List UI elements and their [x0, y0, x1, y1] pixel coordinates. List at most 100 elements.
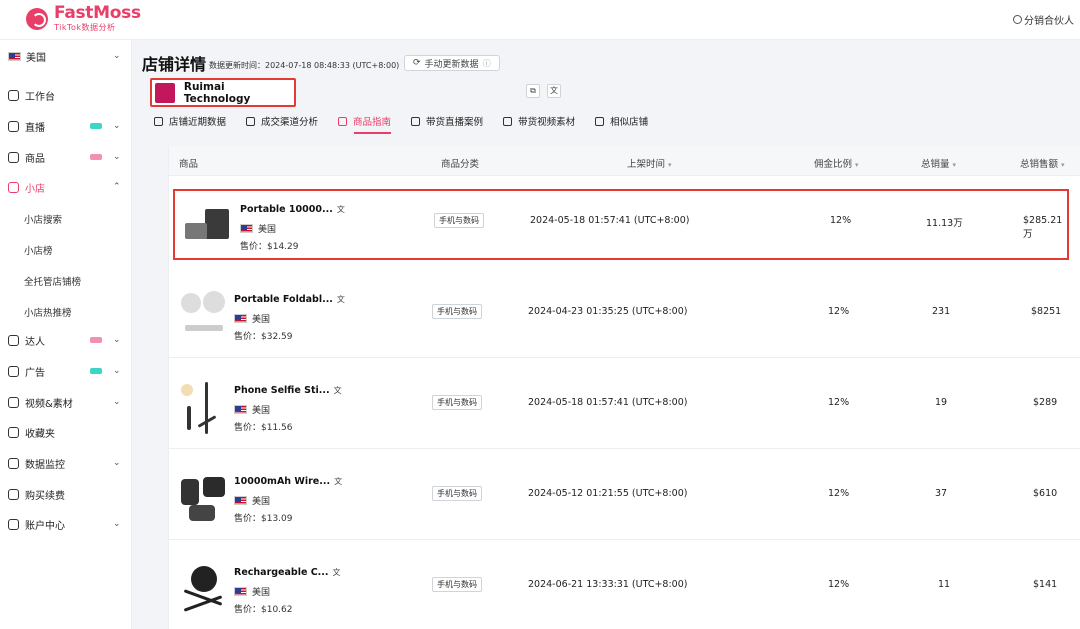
product-price: 售价：$13.09 — [234, 514, 293, 524]
column-header-revenue[interactable]: 总销售额 ▾ — [1020, 156, 1065, 170]
store-icon — [8, 181, 19, 193]
product-name-text: Portable Foldabl... — [234, 294, 333, 305]
product-price: 售价：$14.29 — [240, 242, 299, 252]
sidebar-item-renew[interactable]: 购买续费 — [0, 482, 132, 506]
tab-video-materials[interactable]: 带货视频素材 — [503, 110, 575, 132]
chevron-up-icon: ⌃ — [113, 182, 121, 192]
total-sales: 231 — [932, 306, 951, 317]
sidebar-item-products[interactable]: 商品 ⌄ — [0, 145, 132, 169]
table-row[interactable]: Portable Foldabl... 文 美国 售价：$32.59 手机与数码 … — [169, 267, 1080, 358]
chevron-down-icon: ⌄ — [113, 335, 121, 345]
total-sales: 19 — [935, 397, 948, 408]
chart-icon — [154, 116, 163, 126]
product-name[interactable]: Portable 10000... 文 — [240, 204, 345, 215]
sidebar-item-label: 购买续费 — [25, 490, 65, 502]
product-name-text: Phone Selfie Sti... — [234, 385, 330, 396]
sidebar-item-label: 达人 — [25, 336, 45, 348]
sidebar-item-influencers[interactable]: 达人 ⌄ — [0, 328, 132, 352]
column-header-label: 佣金比例 — [814, 159, 853, 170]
sidebar-item-live[interactable]: 直播 ⌄ — [0, 114, 132, 138]
column-header-commission[interactable]: 佣金比例 ▾ — [814, 156, 859, 170]
info-icon: ⓘ — [482, 58, 491, 68]
product-name[interactable]: Phone Selfie Sti... 文 — [234, 385, 342, 396]
sidebar-subitem-managed-ranking[interactable]: 全托管店铺榜 — [24, 274, 81, 288]
category-tag: 手机与数码 — [432, 395, 482, 410]
sidebar-subitem-shop-ranking[interactable]: 小店榜 — [24, 243, 53, 257]
video-icon — [8, 396, 19, 408]
diamond-icon — [8, 488, 19, 500]
copy-icon[interactable]: ⧉ — [526, 84, 540, 98]
translate-icon[interactable]: 文 — [547, 84, 561, 98]
translate-icon[interactable]: 文 — [333, 568, 341, 577]
tab-live-cases[interactable]: 带货直播案例 — [411, 110, 483, 132]
page-title: 店铺详情 — [142, 55, 207, 74]
hot-badge — [90, 154, 102, 160]
tab-bar: 店铺近期数据 成交渠道分析 商品指南 带货直播案例 带货视频素材 相似店铺 — [154, 110, 668, 134]
product-name-text: 10000mAh Wire... — [234, 476, 331, 487]
product-image[interactable] — [177, 380, 227, 436]
column-header-sales[interactable]: 总销量 ▾ — [921, 156, 956, 170]
new-badge — [90, 123, 102, 129]
manual-update-label: 手动更新数据 — [424, 59, 479, 70]
translate-icon[interactable]: 文 — [334, 386, 342, 395]
us-flag-icon — [234, 314, 247, 323]
sort-icon: ▾ — [952, 161, 957, 169]
sidebar-item-ads[interactable]: 广告 ⌄ — [0, 359, 132, 383]
product-image[interactable] — [177, 471, 227, 527]
top-bar: FastMoss TikTok数据分析 分销合伙人 — [0, 0, 1080, 40]
product-image[interactable] — [183, 199, 233, 255]
sidebar-item-label: 小店 — [25, 183, 45, 195]
grid-icon — [338, 116, 348, 126]
hot-badge — [90, 337, 102, 343]
tab-label: 店铺近期数据 — [169, 117, 227, 128]
product-name[interactable]: Rechargeable C... 文 — [234, 567, 341, 578]
store-icon — [595, 116, 605, 126]
manual-update-button[interactable]: ⟳ 手动更新数据 ⓘ — [404, 55, 500, 71]
partner-label: 分销合伙人 — [1024, 16, 1074, 27]
commission-rate: 12% — [828, 397, 850, 408]
column-header-label: 总销量 — [921, 159, 950, 170]
total-revenue: $141 — [1033, 579, 1058, 590]
total-sales: 37 — [935, 488, 948, 499]
sidebar-item-shop[interactable]: 小店 ⌃ — [0, 175, 132, 199]
sidebar-subitem-shop-search[interactable]: 小店搜索 — [24, 212, 62, 226]
table-row[interactable]: Portable 10000... 文 美国 售价：$14.29 手机与数码 20… — [173, 189, 1069, 260]
product-name[interactable]: 10000mAh Wire... 文 — [234, 476, 342, 487]
video-icon — [503, 116, 513, 126]
us-flag-icon — [234, 587, 247, 596]
partner-link[interactable]: 分销合伙人 — [1013, 12, 1074, 27]
chevron-down-icon: ⌄ — [113, 519, 121, 529]
new-badge — [90, 368, 102, 374]
region-selector[interactable]: 美国 ⌄ — [0, 44, 132, 68]
tab-channel-analysis[interactable]: 成交渠道分析 — [246, 110, 318, 132]
sidebar-item-workbench[interactable]: 工作台 — [0, 83, 132, 107]
product-name[interactable]: Portable Foldabl... 文 — [234, 294, 345, 305]
country-label: 美国 — [258, 225, 277, 235]
sidebar-item-favorites[interactable]: 收藏夹 — [0, 420, 132, 444]
sidebar-item-account[interactable]: 账户中心 ⌄ — [0, 512, 132, 536]
user-icon — [8, 518, 19, 530]
listed-time: 2024-05-18 01:57:41 (UTC+8:00) — [528, 397, 688, 408]
update-time: 数据更新时间：2024-07-18 08:48:33 (UTC+8:00) — [209, 61, 400, 70]
listed-time: 2024-05-18 01:57:41 (UTC+8:00) — [530, 215, 690, 226]
tab-similar-stores[interactable]: 相似店铺 — [595, 110, 648, 132]
product-image[interactable] — [177, 562, 227, 618]
tab-product-guide[interactable]: 商品指南 — [338, 110, 392, 134]
table-row[interactable]: Rechargeable C... 文 美国 售价：$10.62 手机与数码 20… — [169, 540, 1080, 629]
sidebar-subitem-hot-ranking[interactable]: 小店热推榜 — [24, 305, 72, 319]
translate-icon[interactable]: 文 — [337, 205, 345, 214]
chevron-down-icon: ⌄ — [113, 458, 121, 468]
sidebar: 美国 ⌄ 工作台 直播 ⌄ 商品 ⌄ 小店 ⌃ 小店搜索 小店榜 全托管店铺榜 … — [0, 40, 132, 629]
tab-recent-data[interactable]: 店铺近期数据 — [154, 110, 226, 132]
column-header-listed[interactable]: 上架时间 ▾ — [627, 156, 672, 170]
translate-icon[interactable]: 文 — [337, 295, 345, 304]
chevron-down-icon: ⌄ — [113, 121, 121, 131]
product-image[interactable] — [177, 289, 227, 345]
table-row[interactable]: Phone Selfie Sti... 文 美国 售价：$11.56 手机与数码 … — [169, 358, 1080, 449]
fastmoss-logo[interactable]: FastMoss TikTok数据分析 — [26, 5, 141, 32]
translate-icon[interactable]: 文 — [334, 477, 342, 486]
us-flag-icon — [240, 224, 253, 233]
sidebar-item-monitoring[interactable]: 数据监控 ⌄ — [0, 451, 132, 475]
sidebar-item-videos[interactable]: 视频&素材 ⌄ — [0, 390, 132, 414]
table-row[interactable]: 10000mAh Wire... 文 美国 售价：$13.09 手机与数码 202… — [169, 449, 1080, 540]
